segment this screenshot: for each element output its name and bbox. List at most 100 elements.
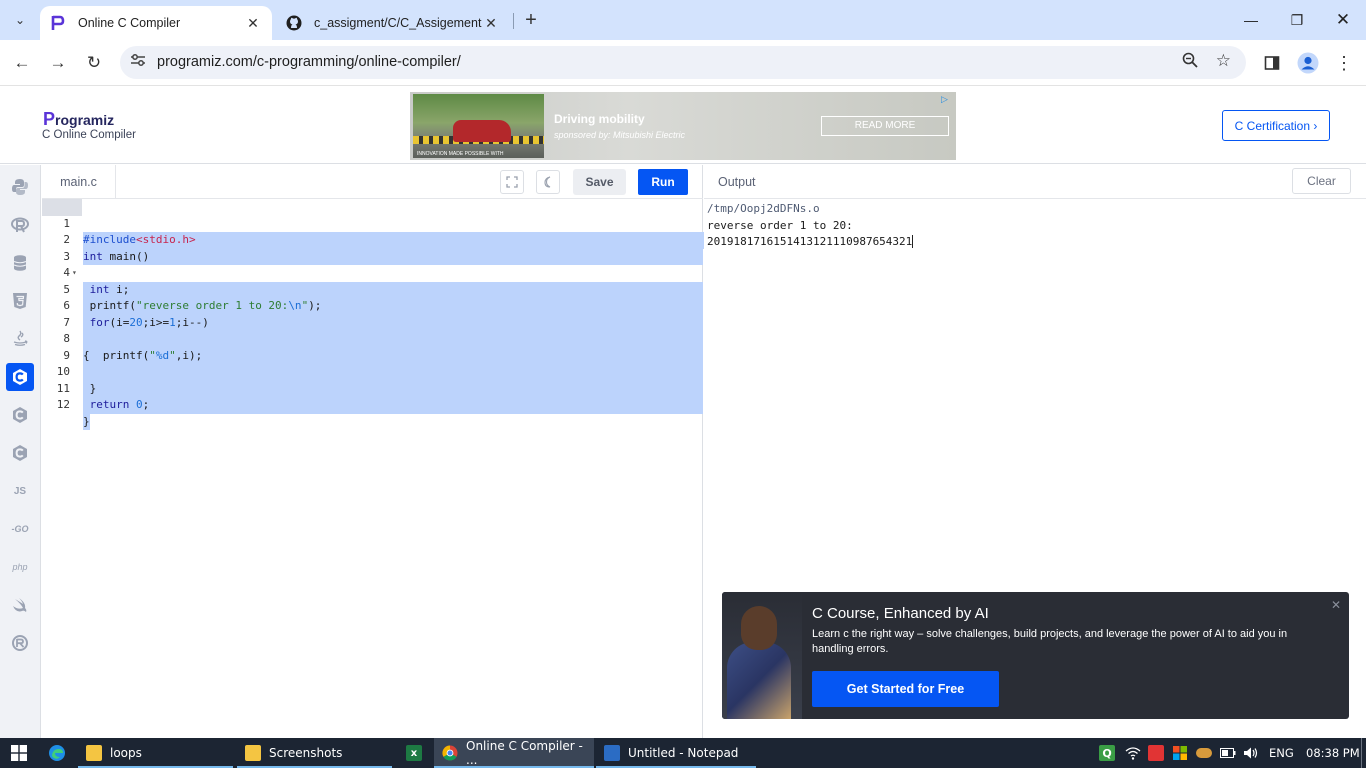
address-bar[interactable]: programiz.com/c-programming/online-compi… (120, 46, 1246, 79)
java-icon[interactable] (6, 325, 34, 353)
output-console[interactable]: /tmp/Oopj2dDFNs.o reverse order 1 to 20:… (707, 201, 914, 251)
csharp-icon[interactable] (6, 439, 34, 467)
get-started-button[interactable]: Get Started for Free (812, 671, 999, 707)
edge-icon[interactable] (40, 738, 74, 768)
save-button[interactable]: Save (573, 169, 626, 195)
code-line[interactable]: 4 int i; (42, 249, 703, 298)
reload-icon[interactable]: ↻ (79, 48, 109, 78)
code-line[interactable]: 8 { printf("%d",i); (42, 315, 703, 364)
tab-online-c-compiler[interactable]: Online C Compiler ✕ (40, 6, 272, 40)
show-desktop-button[interactable] (1361, 738, 1366, 768)
code-editor-pane: main.c Save Run 1 #include<stdio.h> 2 in… (42, 165, 708, 738)
code-area[interactable]: 1 #include<stdio.h> 2 int main() 3 ▾ { 4… (42, 199, 708, 738)
promo-person-image (722, 592, 802, 719)
output-binary-path: /tmp/Oopj2dDFNs.o (707, 202, 820, 215)
close-icon[interactable]: ✕ (1331, 598, 1341, 612)
minimize-icon[interactable]: — (1227, 0, 1275, 40)
tab-github[interactable]: c_assigment/C/C_Assigement at ✕ (276, 6, 510, 40)
ad-read-more-button[interactable]: READ MORE (821, 116, 949, 136)
profile-avatar-icon[interactable] (1293, 48, 1323, 78)
c-certification-button[interactable]: C Certification › (1222, 110, 1330, 141)
code-line[interactable]: 10 } (42, 348, 703, 397)
code-line[interactable]: 6 for(i=20;i>=1;i--) (42, 282, 703, 331)
dark-mode-moon-icon[interactable] (536, 170, 560, 194)
go-icon[interactable]: -GO (6, 515, 34, 543)
volume-icon[interactable] (1243, 738, 1259, 768)
qbittorrent-icon[interactable]: Q (1099, 738, 1115, 768)
site-header: Programiz C Online Compiler INNOVATION M… (0, 87, 1366, 164)
ai-course-promo: C Course, Enhanced by AI Learn c the rig… (722, 592, 1349, 719)
code-line[interactable]: 3 ▾ { (42, 232, 703, 298)
browser-toolbar: ← → ↻ programiz.com/c-programming/online… (0, 40, 1366, 86)
c-lang-icon[interactable] (6, 363, 34, 391)
clear-button[interactable]: Clear (1292, 168, 1351, 194)
system-clock[interactable]: 08:38 PM (1306, 738, 1360, 768)
folder-icon (245, 745, 261, 761)
security-shield-icon[interactable] (1172, 738, 1188, 768)
php-icon[interactable]: php (6, 553, 34, 581)
excel-icon[interactable]: x (398, 738, 432, 768)
ad-banner[interactable]: INNOVATION MADE POSSIBLE WITH Driving mo… (410, 92, 956, 160)
programiz-logo[interactable]: Programiz (43, 109, 114, 130)
programiz-icon (50, 15, 66, 31)
url-text[interactable]: programiz.com/c-programming/online-compi… (157, 54, 461, 70)
javascript-icon[interactable]: JS (6, 477, 34, 505)
site-settings-icon[interactable] (130, 53, 146, 70)
ad-sponsor: sponsored by: Mitsubishi Electric (554, 130, 686, 140)
page-subtitle: C Online Compiler (42, 129, 136, 141)
new-tab-icon[interactable]: + (520, 9, 542, 32)
code-line[interactable]: 5 printf("reverse order 1 to 20:\n"); (42, 265, 703, 315)
ad-choices-icon[interactable]: ▷ (941, 94, 953, 106)
taskbar-item-notepad[interactable]: Untitled - Notepad (596, 738, 756, 768)
restore-icon[interactable]: ❐ (1273, 0, 1321, 40)
cloud-icon[interactable] (1196, 738, 1212, 768)
side-panel-icon[interactable] (1257, 48, 1287, 78)
code-line[interactable]: 11 return 0; (42, 364, 703, 414)
close-tab-icon[interactable]: ✕ (244, 15, 262, 32)
folder-icon (86, 745, 102, 761)
browser-menu-icon[interactable]: ⋮ (1329, 48, 1359, 78)
fullscreen-icon[interactable] (500, 170, 524, 194)
close-window-icon[interactable]: ✕ (1319, 0, 1366, 40)
code-line[interactable]: 9 (42, 331, 703, 381)
back-icon[interactable]: ← (7, 48, 37, 78)
close-tab-icon[interactable]: ✕ (482, 15, 500, 32)
windows-start-icon[interactable] (0, 738, 38, 768)
tab-separator (513, 13, 514, 29)
antivirus-icon[interactable] (1148, 738, 1164, 768)
taskbar-item-loops[interactable]: loops (78, 738, 233, 768)
windows-taskbar: loops Screenshots x Online C Compiler - … (0, 738, 1366, 768)
html5-icon[interactable] (6, 287, 34, 315)
output-title: Output (718, 175, 756, 189)
tab-title: c_assigment/C/C_Assigement at (314, 16, 482, 30)
ad-image: INNOVATION MADE POSSIBLE WITH (413, 94, 544, 158)
output-header: Output Clear (704, 165, 1366, 199)
input-language[interactable]: ENG (1269, 738, 1294, 768)
code-line[interactable]: 1 #include<stdio.h> (42, 199, 708, 249)
swift-icon[interactable] (6, 591, 34, 619)
notepad-icon (604, 745, 620, 761)
code-line[interactable]: 12 } (42, 381, 703, 430)
code-line[interactable]: 7 (42, 298, 703, 348)
tab-search-chevron-icon[interactable]: ⌄ (6, 6, 34, 34)
ad-title: Driving mobility (554, 112, 645, 126)
file-tab-main-c[interactable]: main.c (42, 165, 116, 199)
battery-icon[interactable] (1220, 738, 1236, 768)
zoom-icon[interactable] (1182, 52, 1198, 72)
run-button[interactable]: Run (638, 169, 688, 195)
r-lang-icon[interactable] (6, 211, 34, 239)
cpp-icon[interactable] (6, 401, 34, 429)
wifi-icon[interactable] (1125, 738, 1141, 768)
output-line: 2019181716151413121110987654321 (707, 235, 913, 248)
github-icon (286, 15, 302, 31)
rust-icon[interactable] (6, 629, 34, 657)
taskbar-item-screenshots[interactable]: Screenshots (237, 738, 392, 768)
bookmark-star-icon[interactable]: ☆ (1216, 51, 1231, 71)
forward-icon[interactable]: → (43, 48, 73, 78)
chrome-icon (442, 745, 458, 761)
taskbar-item-online-c-compiler[interactable]: Online C Compiler - ... (434, 738, 594, 768)
sql-database-icon[interactable] (6, 249, 34, 277)
browser-tab-bar: ⌄ Online C Compiler ✕ c_assigment/C/C_As… (0, 0, 1366, 40)
code-line[interactable]: 2 int main() (42, 216, 703, 265)
python-icon[interactable] (6, 173, 34, 201)
